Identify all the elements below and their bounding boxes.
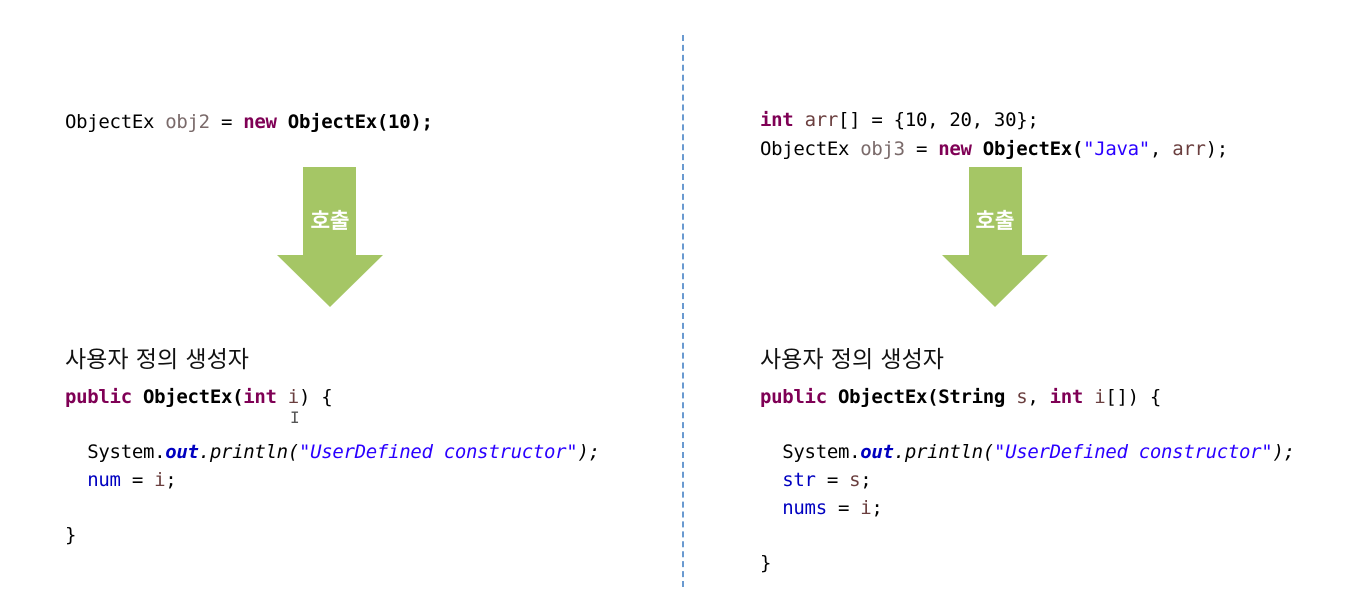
code-token: =	[209, 111, 244, 133]
right-call-line: ObjectEx obj3 = new ObjectEx("Java", arr…	[760, 137, 1228, 161]
code-token: obj2	[165, 111, 210, 133]
code-token: obj3	[860, 138, 905, 160]
right-code-line: public ObjectEx(String s, int i[]) {	[760, 385, 1161, 409]
code-token: ;	[165, 469, 177, 491]
code-token: new	[243, 111, 277, 133]
code-token: num	[87, 469, 121, 491]
code-token: ObjectEx	[760, 138, 861, 160]
code-token: =	[826, 497, 861, 519]
right-code-line: }	[760, 551, 771, 575]
right-call-line: int arr[] = {10, 20, 30};	[760, 108, 1039, 132]
code-token: "UserDefined constructor"	[993, 441, 1273, 463]
code-token: ObjectEx(	[971, 138, 1084, 160]
code-token: arr	[1172, 138, 1206, 160]
right-call-arrow: 호출	[942, 167, 1048, 307]
left-heading: 사용자 정의 생성자	[65, 347, 249, 373]
code-token: ;	[860, 469, 872, 491]
left-code-line: }	[65, 523, 76, 547]
code-token: =	[904, 138, 939, 160]
code-token: []) {	[1105, 386, 1162, 408]
left-call-line: ObjectEx obj2 = new ObjectEx(10);	[65, 110, 433, 134]
code-token: );	[1205, 138, 1229, 160]
code-token: public	[65, 386, 132, 408]
left-call-arrow: 호출	[277, 167, 383, 307]
code-token: ObjectEx	[65, 111, 166, 133]
code-token: ObjectEx(String	[826, 386, 1017, 408]
code-token: .println(	[893, 441, 995, 463]
code-token: arr	[804, 109, 839, 131]
code-token: [] = {10, 20, 30};	[837, 109, 1039, 131]
code-token: out	[165, 441, 199, 463]
column-divider	[682, 35, 684, 587]
code-token: "UserDefined constructor"	[298, 441, 578, 463]
code-token: s	[849, 469, 861, 491]
right-heading: 사용자 정의 생성자	[760, 347, 944, 373]
down-arrow-icon	[942, 167, 1048, 307]
code-token: ObjectEx(10);	[276, 111, 433, 133]
code-token: i	[287, 386, 299, 408]
code-token: "Java"	[1083, 138, 1150, 160]
code-token: out	[860, 441, 894, 463]
right-code-line: System.out.println("UserDefined construc…	[760, 440, 1295, 464]
code-token: ;	[871, 497, 883, 519]
code-token: }	[760, 552, 772, 574]
arrow-label: 호출	[975, 209, 1015, 233]
down-arrow-icon	[277, 167, 383, 307]
code-token: public	[760, 386, 827, 408]
code-token: ) {	[298, 386, 333, 408]
code-token: =	[815, 469, 850, 491]
code-token: int	[760, 109, 794, 131]
left-code-line: num = i;	[65, 468, 176, 492]
code-token: System.	[65, 441, 166, 463]
code-token: );	[1272, 441, 1295, 463]
code-token: );	[577, 441, 600, 463]
code-token: ,	[1149, 138, 1173, 160]
right-code-line: str = s;	[760, 468, 871, 492]
code-token: System.	[760, 441, 861, 463]
code-token: nums	[782, 497, 827, 519]
text-cursor-icon: I	[290, 408, 300, 427]
code-token: i	[154, 469, 166, 491]
code-token: ,	[1027, 386, 1050, 408]
right-code-line: nums = i;	[760, 496, 883, 520]
code-token: .println(	[198, 441, 300, 463]
code-token: int	[1049, 386, 1084, 408]
left-code-line: public ObjectEx(int i) {	[65, 385, 333, 409]
code-token: }	[65, 524, 77, 546]
left-code-line: System.out.println("UserDefined construc…	[65, 440, 600, 464]
code-token: ObjectEx(	[131, 386, 244, 408]
code-token: =	[120, 469, 155, 491]
code-token: new	[938, 138, 972, 160]
arrow-label: 호출	[310, 209, 350, 233]
code-token: i	[860, 497, 872, 519]
code-token: str	[782, 469, 816, 491]
code-token: i	[1094, 386, 1106, 408]
code-token: int	[243, 386, 277, 408]
code-token: s	[1016, 386, 1028, 408]
